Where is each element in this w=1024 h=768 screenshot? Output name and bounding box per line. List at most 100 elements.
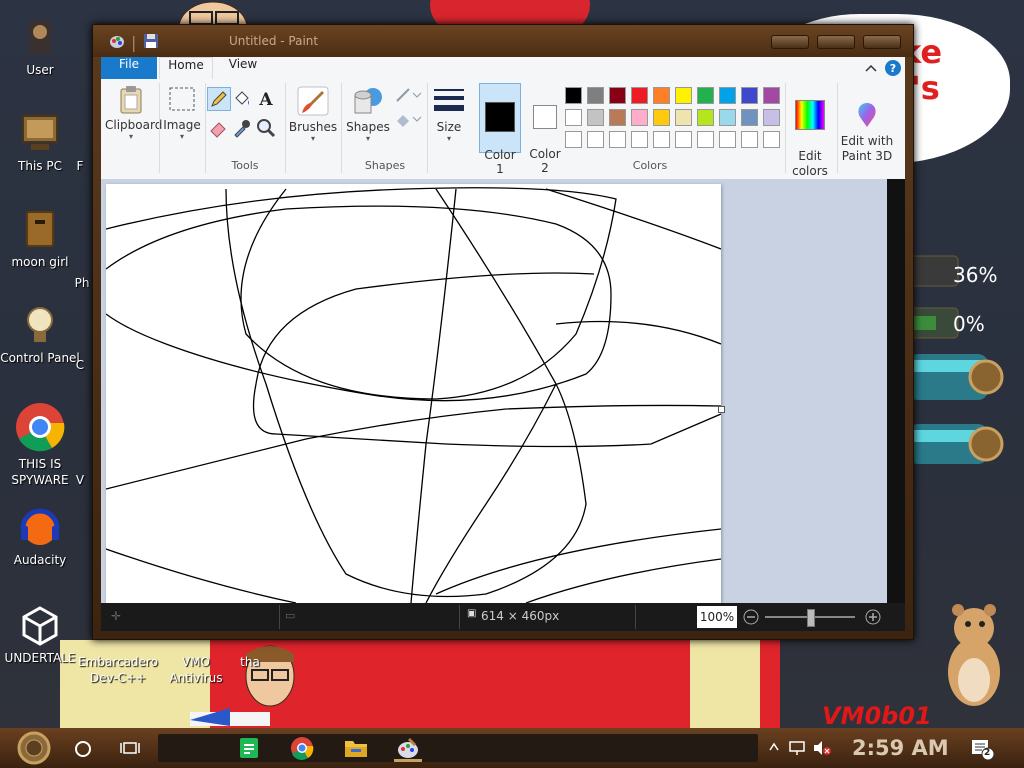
spotify-icon[interactable] [238,737,260,759]
color-swatch[interactable] [697,109,714,126]
chevron-down-icon: ▾ [365,134,370,143]
color-swatch[interactable] [741,87,758,104]
desktop-icon-user[interactable]: User [0,16,80,78]
color-swatch[interactable] [763,131,780,148]
drawing-canvas[interactable] [105,184,722,604]
save-icon[interactable] [143,33,159,49]
ribbon-separator [341,83,342,173]
color2-swatch [533,105,557,129]
desktop-icon-label: tha [240,655,260,669]
canvas-resize-handle[interactable] [718,406,725,413]
desktop-icon-tha[interactable]: tha [228,654,272,670]
shapes-icon [354,88,382,114]
shapes-label: Shapes [346,120,390,134]
paint-icon[interactable] [396,736,420,760]
help-icon[interactable]: ? [885,60,901,76]
color-swatch[interactable] [741,109,758,126]
maximize-button[interactable] [817,35,855,49]
magnifier-icon[interactable] [255,117,277,139]
show-hidden-icons-chevron-icon[interactable] [768,740,780,754]
color2-button[interactable]: Color 2 [525,83,565,175]
text-icon[interactable]: A [255,88,277,110]
desktop-icon-label: VMO Antivirus [169,655,223,685]
color-swatch[interactable] [609,109,626,126]
desktop-icon-undertale[interactable]: UNDERTALE [0,604,80,666]
color-swatch[interactable] [587,109,604,126]
taskbar-clock[interactable]: 2:59 AM [852,736,949,760]
color-swatch[interactable] [719,109,736,126]
color-swatch[interactable] [675,109,692,126]
color-picker-icon[interactable] [231,117,253,139]
color-swatch[interactable] [587,131,604,148]
zoom-in-icon[interactable] [865,609,881,625]
minimize-button[interactable] [771,35,809,49]
close-button[interactable] [863,35,901,49]
tab-view[interactable]: View [223,57,263,79]
outline-icon[interactable] [393,87,423,105]
color-swatch[interactable] [719,131,736,148]
shapes-button[interactable]: Shapes ▾ [345,85,391,143]
color-swatch[interactable] [565,87,582,104]
fill-bucket-icon[interactable] [231,88,253,110]
desktop-icon-vmo-antivirus[interactable]: VMO Antivirus [156,654,236,686]
brushes-button[interactable]: Brushes ▾ [287,85,339,143]
color-swatch[interactable] [631,131,648,148]
color-swatch[interactable] [763,87,780,104]
zoom-level[interactable]: 100% [697,606,737,628]
chrome-icon[interactable] [290,736,314,760]
paint-window[interactable]: | Untitled - Paint File Home View ? Clip… [92,24,914,640]
ribbon-separator [285,83,286,173]
gauge-ram-percent: 0% [953,312,985,336]
color-swatch[interactable] [653,109,670,126]
network-icon[interactable] [788,740,806,756]
clipboard-button[interactable]: Clipboard ▾ [105,85,162,141]
tab-file[interactable]: File [101,57,157,79]
svg-text:?: ? [890,62,896,75]
task-view-icon[interactable] [120,739,140,757]
tab-home[interactable]: Home [159,57,213,81]
collapse-ribbon-icon[interactable] [865,63,877,73]
zoom-slider-thumb[interactable] [807,609,815,627]
desktop-icon-audacity[interactable]: Audacity [0,506,80,568]
image-button[interactable]: Image ▾ [161,85,203,141]
title-bar[interactable]: | Untitled - Paint [93,25,913,57]
color-swatch[interactable] [631,109,648,126]
desktop-icon-moon-girl[interactable]: moon girl [0,208,80,270]
zoom-out-icon[interactable] [743,609,759,625]
user-folder-icon [19,16,61,58]
vertical-scrollbar[interactable] [887,179,905,603]
paint-app-icon[interactable] [109,33,125,49]
color-swatch[interactable] [675,87,692,104]
color-swatch[interactable] [609,87,626,104]
color-swatch[interactable] [653,131,670,148]
color1-button[interactable]: Color 1 [479,83,521,176]
ribbon-tab-bar: File Home View ? [101,57,905,81]
edit-with-paint3d-button[interactable]: Edit with Paint 3D [835,85,899,179]
desktop-icon-devcpp[interactable]: Embarcadero Dev-C++ [78,654,158,686]
file-explorer-icon[interactable] [344,737,368,759]
start-button-icon[interactable] [12,731,56,765]
color-swatch[interactable] [719,87,736,104]
edit-colors-button[interactable]: Edit colors [785,85,835,194]
notifications-icon[interactable] [970,738,994,760]
search-circle-icon[interactable] [74,740,92,758]
chevron-down-icon: ▾ [128,132,133,141]
color-swatch[interactable] [697,131,714,148]
computer-icon [19,112,61,154]
color-swatch[interactable] [653,87,670,104]
eraser-icon[interactable] [207,117,229,139]
pencil-icon[interactable] [207,87,231,111]
color-swatch[interactable] [587,87,604,104]
color-swatch[interactable] [565,109,582,126]
color-swatch[interactable] [675,131,692,148]
fill-icon[interactable] [393,111,423,129]
color-swatch[interactable] [741,131,758,148]
volume-muted-icon[interactable] [812,740,832,756]
size-button[interactable]: Size ▾ [429,85,469,143]
color-swatch[interactable] [763,109,780,126]
color-swatch[interactable] [631,87,648,104]
color-swatch[interactable] [609,131,626,148]
color-swatch[interactable] [697,87,714,104]
svg-text:A: A [258,90,273,110]
color-swatch[interactable] [565,131,582,148]
